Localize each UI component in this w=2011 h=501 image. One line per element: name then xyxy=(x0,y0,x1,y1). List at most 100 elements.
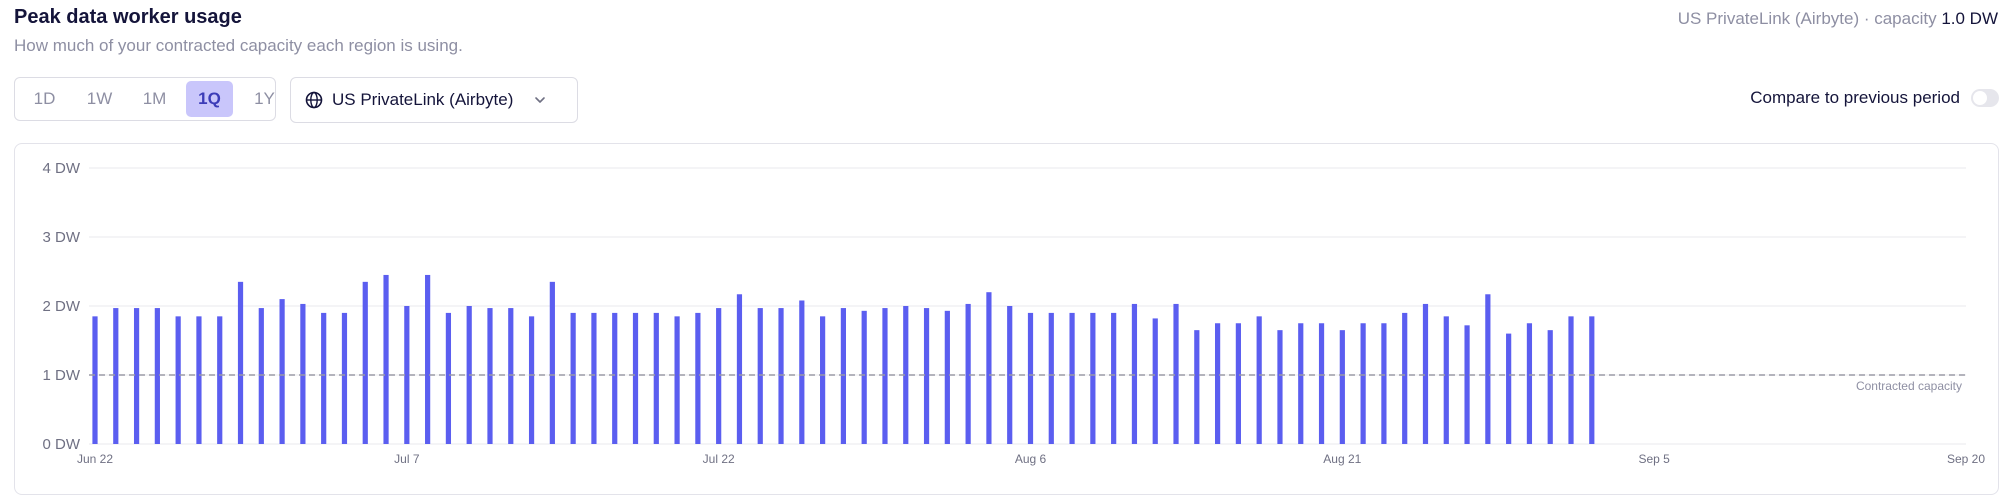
y-tick-label: 2 DW xyxy=(43,298,81,315)
bar xyxy=(237,281,244,444)
bar xyxy=(799,300,805,444)
capacity-reference-label: Contracted capacity xyxy=(1856,379,1962,393)
bar xyxy=(1277,330,1283,444)
bar xyxy=(1402,312,1408,444)
bar xyxy=(92,316,98,444)
bar xyxy=(1173,303,1179,444)
compare-previous-period: Compare to previous period xyxy=(1750,88,1999,108)
bar xyxy=(1422,303,1429,444)
bar xyxy=(445,312,452,444)
bar xyxy=(591,312,597,444)
bar xyxy=(154,308,160,444)
bar xyxy=(923,308,930,444)
x-tick-label: Sep 5 xyxy=(1638,452,1670,466)
bar xyxy=(1235,323,1241,444)
bar xyxy=(404,306,410,444)
bar xyxy=(1152,318,1158,444)
bar xyxy=(757,308,763,444)
bar xyxy=(549,281,555,444)
globe-icon xyxy=(305,91,323,109)
bar xyxy=(612,312,618,444)
time-range-selector: 1D 1W 1M 1Q 1Y xyxy=(14,77,276,121)
y-tick-label: 1 DW xyxy=(43,367,81,384)
bar xyxy=(508,308,514,444)
bar xyxy=(321,312,327,444)
compare-toggle[interactable] xyxy=(1971,89,1999,107)
x-tick-label: Aug 6 xyxy=(1015,452,1047,466)
bar xyxy=(1360,323,1366,444)
bar xyxy=(113,308,119,444)
page-title: Peak data worker usage xyxy=(14,6,242,28)
bar xyxy=(341,312,348,444)
compare-label: Compare to previous period xyxy=(1750,88,1960,107)
x-tick-label: Jul 22 xyxy=(703,452,735,466)
bar xyxy=(133,308,140,444)
bar xyxy=(1443,316,1449,444)
bar xyxy=(861,310,867,444)
chevron-down-icon xyxy=(535,97,546,103)
x-tick-label: Sep 20 xyxy=(1947,452,1985,466)
bar xyxy=(1194,330,1200,444)
bar xyxy=(487,308,493,444)
bar xyxy=(1048,312,1054,444)
bar xyxy=(1298,323,1304,444)
capacity-prefix: US PrivateLink (Airbyte) · capacity xyxy=(1677,9,1942,28)
bar xyxy=(1027,312,1034,444)
bar xyxy=(944,310,950,444)
peak-usage-panel: Peak data worker usage How much of your … xyxy=(0,0,2011,501)
bar xyxy=(1547,330,1553,444)
range-button-1d[interactable]: 1D xyxy=(21,81,68,117)
bar xyxy=(1381,323,1387,444)
bar xyxy=(1215,323,1221,444)
bar xyxy=(736,294,743,444)
region-dropdown-label: US PrivateLink (Airbyte) xyxy=(332,90,514,109)
region-dropdown[interactable]: US PrivateLink (Airbyte) xyxy=(290,77,578,123)
bar xyxy=(1464,325,1470,444)
range-button-1q[interactable]: 1Q xyxy=(186,81,233,117)
x-tick-label: Aug 21 xyxy=(1323,452,1361,466)
bar xyxy=(1485,294,1491,444)
range-button-1m[interactable]: 1M xyxy=(131,81,178,117)
bar xyxy=(1506,333,1512,444)
y-tick-label: 4 DW xyxy=(43,160,81,177)
bar xyxy=(820,316,826,444)
x-tick-label: Jul 7 xyxy=(394,452,420,466)
x-tick-label: Jun 22 xyxy=(77,452,113,466)
bar xyxy=(882,308,888,444)
page-subtitle: How much of your contracted capacity eac… xyxy=(14,36,463,55)
bar xyxy=(425,274,431,444)
range-button-1w[interactable]: 1W xyxy=(76,81,123,117)
bar xyxy=(258,308,264,444)
range-button-1y[interactable]: 1Y xyxy=(241,81,288,117)
bar xyxy=(1526,323,1533,444)
bar xyxy=(1339,330,1345,444)
y-tick-label: 0 DW xyxy=(43,436,81,453)
bar xyxy=(653,312,659,444)
capacity-summary: US PrivateLink (Airbyte) · capacity 1.0 … xyxy=(1678,9,1998,29)
bar xyxy=(1131,303,1138,444)
bar xyxy=(695,312,701,444)
bar xyxy=(716,308,722,444)
bar xyxy=(175,316,181,444)
bar xyxy=(528,316,535,444)
bar xyxy=(1090,312,1096,444)
bar xyxy=(840,308,846,444)
bar xyxy=(383,274,389,444)
bar xyxy=(217,316,223,444)
bar xyxy=(196,316,202,444)
bar xyxy=(674,316,680,444)
bar xyxy=(986,292,992,444)
bar xyxy=(279,299,285,444)
bar xyxy=(570,312,576,444)
bar xyxy=(778,308,784,444)
bar xyxy=(300,303,306,444)
bar xyxy=(632,312,639,444)
compare-toggle-knob xyxy=(1973,91,1987,105)
usage-bar-chart: 0 DW 1 DW 2 DW 3 DW 4 DW Jun 22 Jul 7 Jul 22 Aug… xyxy=(43,160,1986,466)
chart-card: 0 DW 1 DW 2 DW 3 DW 4 DW Jun 22 Jul 7 Jul 22 Aug… xyxy=(14,143,1999,495)
bar xyxy=(1318,323,1325,444)
capacity-value: 1.0 DW xyxy=(1941,9,1998,28)
bar xyxy=(1589,316,1595,444)
bar xyxy=(1568,316,1574,444)
bar xyxy=(965,303,971,444)
